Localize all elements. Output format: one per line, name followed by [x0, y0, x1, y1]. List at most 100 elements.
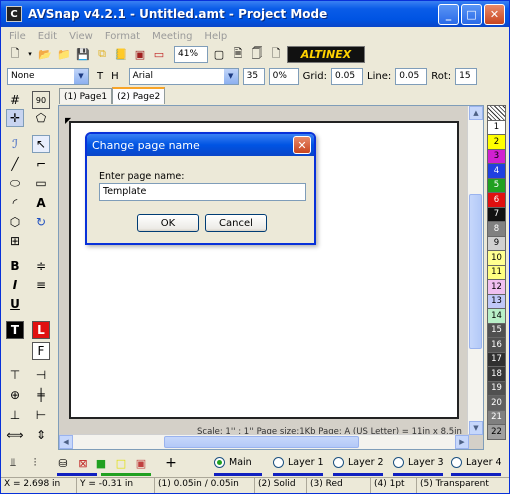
- radio-layer-4[interactable]: [451, 457, 462, 468]
- align-left-icon[interactable]: ⊣: [32, 366, 50, 384]
- page-3-icon[interactable]: 🗋: [268, 46, 284, 62]
- book-icon[interactable]: 📒: [113, 46, 129, 62]
- vertical-scrollbar[interactable]: ▲ ▼: [467, 106, 483, 435]
- snap-point-icon[interactable]: ✛: [6, 109, 24, 127]
- line-color-red-button[interactable]: L: [32, 321, 50, 339]
- layer-color-cell[interactable]: 8: [487, 221, 506, 237]
- paint-bucket-icon[interactable]: ⛁: [55, 455, 71, 471]
- horizontal-scrollbar[interactable]: ◀ ▶: [59, 434, 469, 449]
- rotate-tool-icon[interactable]: ↻: [32, 213, 50, 231]
- layer-color-cell[interactable]: 13: [487, 293, 506, 309]
- layer-color-cell[interactable]: 14: [487, 308, 506, 324]
- eyedropper-icon[interactable]: ℐ: [6, 135, 24, 153]
- radio-layer-3[interactable]: [393, 457, 404, 468]
- grid-field[interactable]: 0.05: [331, 67, 363, 85]
- layer-color-cell[interactable]: 17: [487, 351, 506, 367]
- tab-page1[interactable]: (1) Page1: [59, 88, 113, 104]
- fill-transparent-button[interactable]: F: [32, 342, 50, 360]
- layer-color-cell[interactable]: 6: [487, 192, 506, 208]
- print-icon[interactable]: ▣: [132, 46, 148, 62]
- menu-file[interactable]: File: [9, 31, 26, 42]
- scroll-left-icon[interactable]: ◀: [59, 435, 73, 449]
- layer-color-cell[interactable]: 15: [487, 322, 506, 338]
- layer-color-cell[interactable]: 19: [487, 380, 506, 396]
- select-arrow-icon[interactable]: ↖: [32, 135, 50, 153]
- rot-field[interactable]: 15: [455, 67, 478, 85]
- layer-4-radio[interactable]: Layer 4: [451, 457, 502, 468]
- percent-field[interactable]: 0%: [268, 67, 299, 85]
- text-h-button[interactable]: H: [111, 71, 119, 82]
- table-tool-icon[interactable]: ⊞: [6, 232, 24, 250]
- layer-color-cell[interactable]: 9: [487, 235, 506, 251]
- radio-layer-1[interactable]: [273, 457, 284, 468]
- menu-help[interactable]: Help: [204, 31, 227, 42]
- menu-meeting[interactable]: Meeting: [152, 31, 192, 42]
- delete-layer-icon[interactable]: ⊠: [75, 455, 91, 471]
- save-icon[interactable]: 💾: [75, 46, 91, 62]
- snap-90-icon[interactable]: 90: [32, 91, 50, 109]
- font-combo[interactable]: Arial ▼: [128, 67, 239, 85]
- grid-icon[interactable]: #: [6, 91, 24, 109]
- menu-view[interactable]: View: [69, 31, 93, 42]
- horizontal-scroll-thumb[interactable]: [164, 436, 359, 448]
- menu-format[interactable]: Format: [105, 31, 140, 42]
- layer-color-cell[interactable]: 20: [487, 395, 506, 411]
- minimize-button[interactable]: _: [438, 4, 459, 25]
- text-t-button[interactable]: T: [97, 71, 103, 82]
- bold-button[interactable]: B: [6, 257, 24, 275]
- ellipse-tool-icon[interactable]: ⬭: [6, 174, 24, 192]
- layer-color-cell[interactable]: 1: [487, 119, 506, 135]
- line-field[interactable]: 0.05: [395, 67, 428, 85]
- green-fill-icon[interactable]: ■: [93, 455, 109, 471]
- align-bottom-icon[interactable]: ⊥: [6, 406, 24, 424]
- radio-main[interactable]: [214, 457, 225, 468]
- layer-2-radio[interactable]: Layer 2: [333, 457, 384, 468]
- bar-chart-icon[interactable]: ⫶: [27, 455, 43, 471]
- menu-edit[interactable]: Edit: [38, 31, 57, 42]
- align-lines-icon[interactable]: ≡: [32, 276, 50, 294]
- text-tool-icon[interactable]: A: [32, 194, 50, 212]
- layer-color-cell[interactable]: 4: [487, 163, 506, 179]
- scroll-right-icon[interactable]: ▶: [455, 435, 469, 449]
- lasso-icon[interactable]: ⬠: [32, 109, 50, 127]
- layer-color-cell[interactable]: 2: [487, 134, 506, 150]
- layer-color-cell[interactable]: 11: [487, 264, 506, 280]
- align-right-icon[interactable]: ⊢: [32, 406, 50, 424]
- stop-icon[interactable]: ▭: [151, 46, 167, 62]
- text-color-black-button[interactable]: T: [6, 321, 24, 339]
- cancel-button[interactable]: Cancel: [205, 214, 267, 232]
- layer-main-radio[interactable]: Main: [214, 457, 252, 468]
- style-combo[interactable]: None ▼: [7, 67, 89, 85]
- red-fill-icon[interactable]: ▣: [133, 455, 149, 471]
- font-size-field[interactable]: 35: [242, 67, 265, 85]
- maximize-button[interactable]: □: [461, 4, 482, 25]
- space-vertical-icon[interactable]: ⇕: [32, 426, 50, 444]
- space-horizontal-icon[interactable]: ⟺: [6, 426, 24, 444]
- arc-tool-icon[interactable]: ◜: [6, 194, 24, 212]
- scroll-down-icon[interactable]: ▼: [469, 421, 483, 435]
- layer-color-cell[interactable]: 21: [487, 409, 506, 425]
- layer-color-cell[interactable]: 5: [487, 177, 506, 193]
- scroll-up-icon[interactable]: ▲: [469, 106, 483, 120]
- layer-3-radio[interactable]: Layer 3: [393, 457, 444, 468]
- library-icon[interactable]: ⧉: [94, 46, 110, 62]
- align-bottom-2-icon[interactable]: ⫫: [5, 455, 21, 471]
- open-folder-2-icon[interactable]: 📁: [56, 46, 72, 62]
- align-middle-icon[interactable]: ⊕: [6, 386, 24, 404]
- layer-pattern-cell[interactable]: [487, 105, 506, 121]
- layer-color-cell[interactable]: 12: [487, 279, 506, 295]
- italic-button[interactable]: I: [6, 276, 24, 294]
- zoom-field[interactable]: 41%: [174, 45, 208, 63]
- new-dropdown-icon[interactable]: ▾: [26, 46, 34, 62]
- tab-page2[interactable]: (2) Page2: [112, 87, 166, 104]
- close-button[interactable]: ✕: [484, 4, 505, 25]
- layer-color-cell[interactable]: 3: [487, 148, 506, 164]
- layer-color-cell[interactable]: 7: [487, 206, 506, 222]
- dialog-close-button[interactable]: ✕: [293, 136, 311, 154]
- layer-1-radio[interactable]: Layer 1: [273, 457, 324, 468]
- rectangle-tool-icon[interactable]: ▭: [32, 174, 50, 192]
- align-center-v-icon[interactable]: ╪: [32, 386, 50, 404]
- layer-color-cell[interactable]: 16: [487, 337, 506, 353]
- layer-color-cell[interactable]: 22: [487, 424, 506, 440]
- open-folder-icon[interactable]: 📂: [37, 46, 53, 62]
